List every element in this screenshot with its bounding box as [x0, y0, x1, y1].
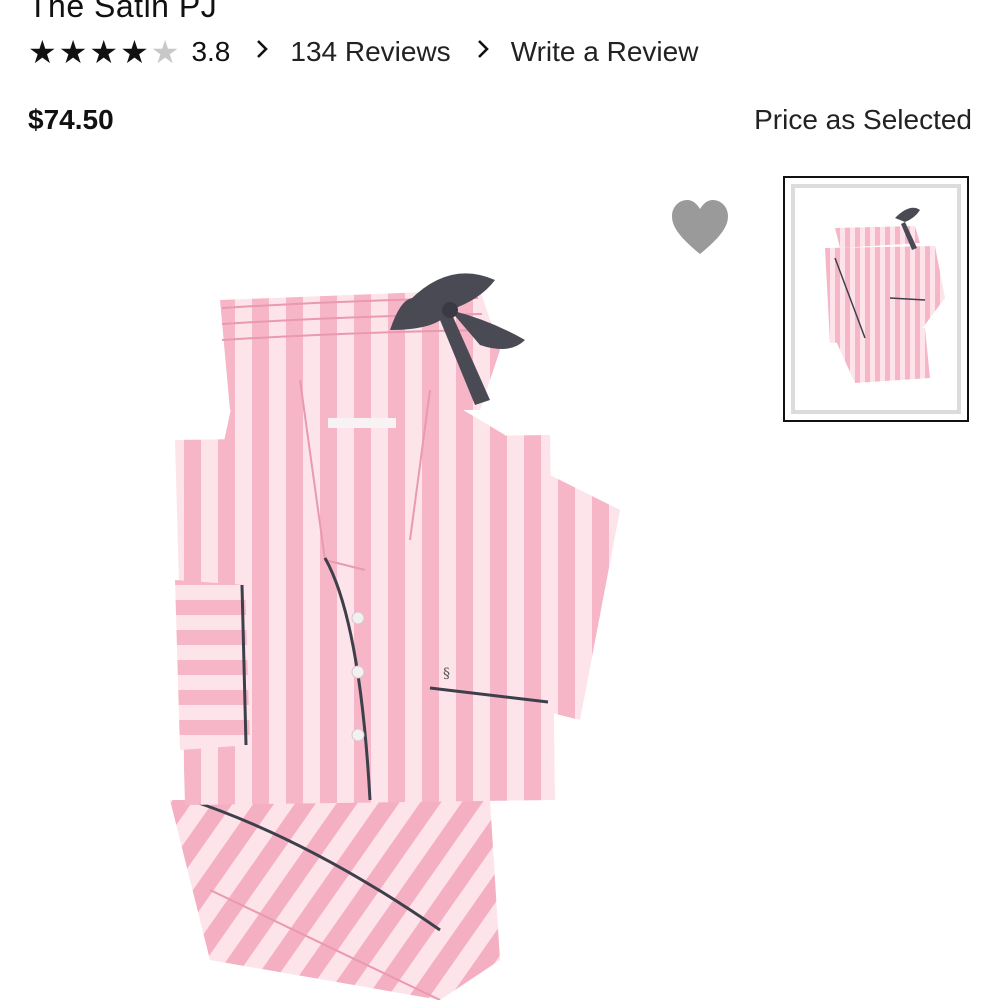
reviews-link[interactable]: 134 Reviews: [290, 36, 450, 68]
star-full-icon: ★: [58, 34, 88, 70]
star-full-icon: ★: [89, 34, 119, 70]
thumbnail-selected[interactable]: [783, 176, 969, 422]
chevron-right-icon: [256, 38, 269, 66]
rating-row: ★ ★ ★ ★ ★ 3.8 134 Reviews Write a Review: [28, 34, 698, 70]
product-price: $74.50: [28, 104, 114, 135]
star-empty-icon: ★: [150, 34, 180, 70]
write-review-link[interactable]: Write a Review: [511, 36, 699, 68]
product-image: §: [150, 240, 650, 1001]
product-title: The Satin PJ: [28, 0, 218, 24]
star-full-icon: ★: [28, 34, 57, 70]
thumbnail-image: [791, 184, 961, 414]
star-rating: ★ ★ ★ ★ ★: [28, 36, 181, 68]
chevron-right-icon: [477, 38, 489, 66]
rating-value: 3.8: [191, 36, 231, 67]
star-full-icon: ★: [120, 34, 149, 70]
svg-text:§: §: [443, 666, 450, 682]
price-note: Price as Selected: [754, 104, 972, 135]
heart-icon[interactable]: [668, 196, 732, 260]
